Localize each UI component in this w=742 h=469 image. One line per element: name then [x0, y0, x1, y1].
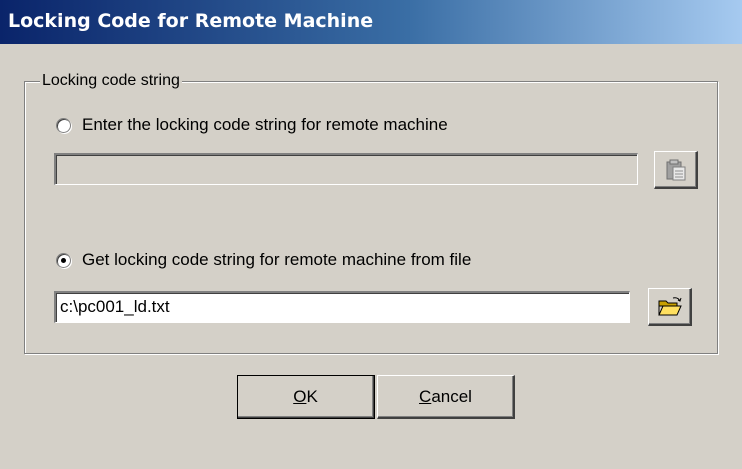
ok-label-rest: K	[306, 386, 318, 406]
paste-button[interactable]	[654, 151, 698, 189]
title-bar[interactable]: Locking Code for Remote Machine	[0, 0, 742, 44]
radio-enter-locking-code-label: Enter the locking code string for remote…	[82, 115, 448, 134]
radio-get-from-file[interactable]: Get locking code string for remote machi…	[56, 250, 471, 270]
cancel-label-rest: ancel	[431, 386, 472, 406]
browse-button[interactable]	[648, 288, 692, 326]
open-folder-icon	[657, 296, 682, 315]
radio-enter-locking-code[interactable]: Enter the locking code string for remote…	[56, 115, 448, 135]
groupbox-label: Locking code string	[40, 72, 182, 90]
clipboard-paste-icon	[666, 159, 685, 180]
dialog-body: Locking code string Enter the locking co…	[0, 44, 742, 469]
locking-code-input[interactable]	[54, 153, 638, 185]
window-title: Locking Code for Remote Machine	[8, 10, 374, 32]
locking-code-file-path-input[interactable]: c:\pc001_ld.txt	[54, 291, 630, 323]
cancel-accel: C	[419, 386, 432, 406]
cancel-button[interactable]: Cancel	[377, 375, 515, 419]
radio-button-checked[interactable]	[56, 252, 71, 268]
radio-get-from-file-label: Get locking code string for remote machi…	[82, 250, 472, 269]
ok-accel: O	[293, 386, 307, 406]
ok-button[interactable]: OK	[237, 375, 375, 419]
radio-button-unchecked[interactable]	[56, 117, 71, 133]
